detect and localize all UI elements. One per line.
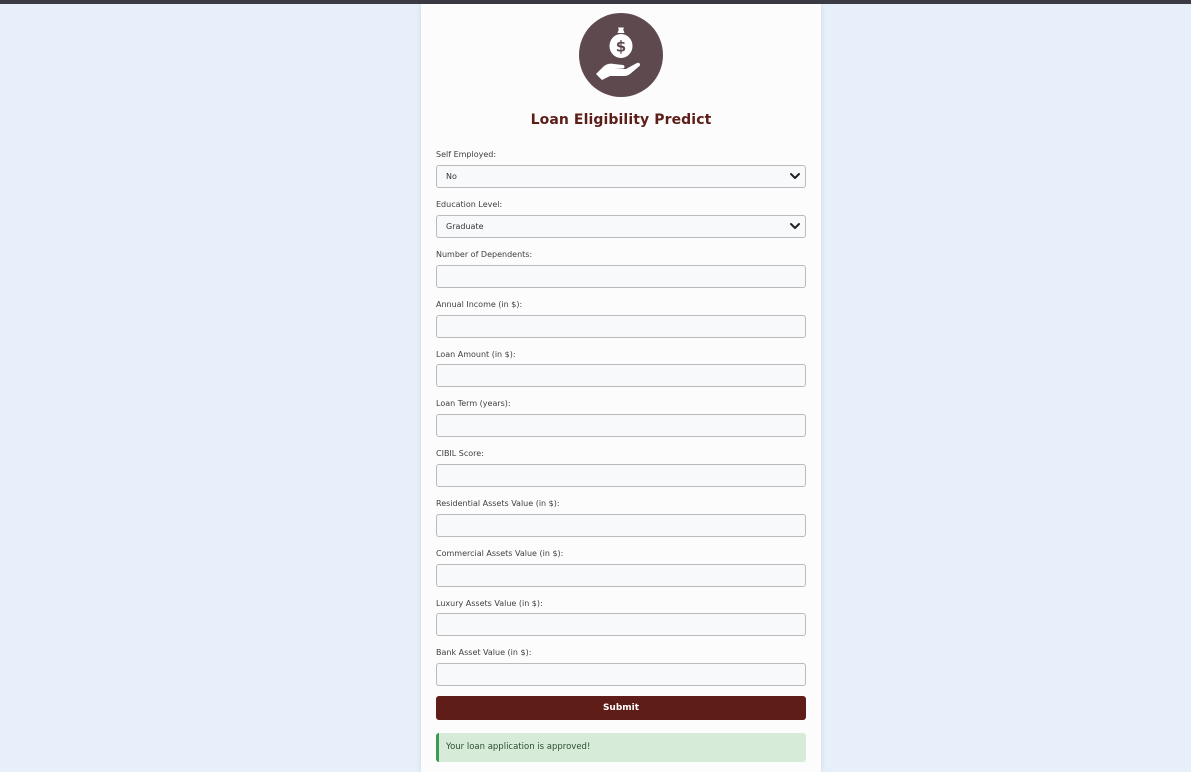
submit-button[interactable]: Submit: [436, 696, 806, 720]
residential-assets-label: Residential Assets Value (in $):: [436, 499, 560, 508]
annual-income-label: Annual Income (in $):: [436, 300, 523, 309]
dependents-input[interactable]: [436, 265, 806, 288]
chevron-down-icon: [790, 223, 800, 229]
education-value: Graduate: [446, 222, 484, 231]
annual-income-input[interactable]: [436, 315, 806, 338]
loan-amount-label: Loan Amount (in $):: [436, 350, 516, 359]
loan-term-label: Loan Term (years):: [436, 399, 511, 408]
loan-amount-input[interactable]: [436, 364, 806, 387]
self-employed-value: No: [446, 172, 457, 181]
loan-term-input[interactable]: [436, 414, 806, 437]
page-title: Loan Eligibility Predict: [530, 112, 712, 128]
money-bag-hand-icon: $: [579, 13, 663, 97]
cibil-score-input[interactable]: [436, 464, 806, 487]
commercial-assets-input[interactable]: [436, 564, 806, 587]
loan-form-card: $ Loan Eligibility Predict Self Employed…: [421, 4, 821, 772]
dependents-label: Number of Dependents:: [436, 250, 533, 259]
education-label: Education Level:: [436, 200, 503, 209]
self-employed-label: Self Employed:: [436, 150, 497, 159]
education-select[interactable]: Graduate: [436, 215, 806, 238]
bank-asset-label: Bank Asset Value (in $):: [436, 648, 532, 657]
luxury-assets-label: Luxury Assets Value (in $):: [436, 599, 543, 608]
luxury-assets-input[interactable]: [436, 613, 806, 636]
self-employed-select[interactable]: No: [436, 165, 806, 188]
chevron-down-icon: [790, 173, 800, 179]
result-message: Your loan application is approved!: [446, 742, 591, 752]
cibil-score-label: CIBIL Score:: [436, 449, 484, 458]
svg-text:$: $: [616, 38, 626, 56]
bank-asset-input[interactable]: [436, 663, 806, 686]
result-alert: Your loan application is approved!: [436, 733, 806, 762]
residential-assets-input[interactable]: [436, 514, 806, 537]
commercial-assets-label: Commercial Assets Value (in $):: [436, 549, 564, 558]
